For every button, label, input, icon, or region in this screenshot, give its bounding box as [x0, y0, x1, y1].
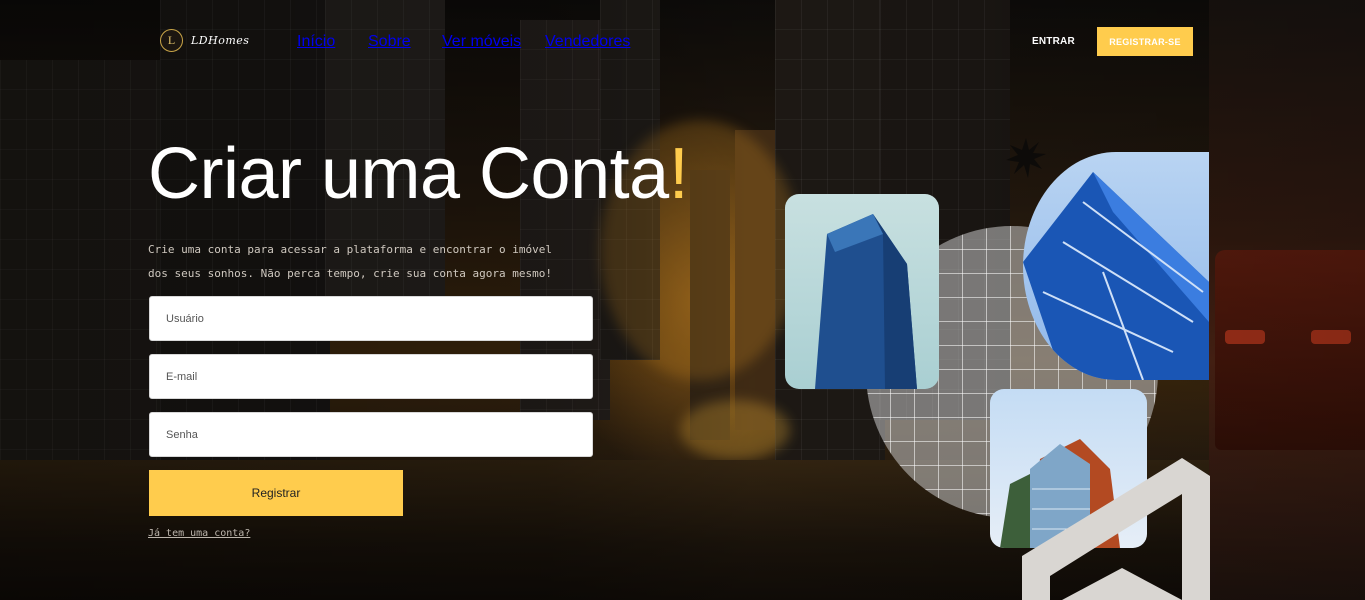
- nav-item-vendedores[interactable]: Vendedores: [545, 33, 630, 51]
- login-link[interactable]: ENTRAR: [1032, 36, 1075, 47]
- password-field[interactable]: [149, 412, 593, 457]
- starburst-icon: [1006, 138, 1046, 178]
- house-outline-icon: [1022, 458, 1210, 600]
- logo-badge-icon: L: [160, 29, 183, 52]
- building-image-1: [785, 194, 939, 389]
- register-submit-button[interactable]: Registrar: [149, 470, 403, 516]
- nav-item-ver-moveis[interactable]: Ver móveis: [442, 33, 521, 51]
- building-image-2: [1023, 152, 1209, 380]
- nav-item-inicio[interactable]: Início: [297, 33, 335, 51]
- register-nav-button[interactable]: REGISTRAR-SE: [1097, 27, 1193, 56]
- email-field[interactable]: [149, 354, 593, 399]
- site-header: L LDHomes Início Sobre Ver móveis Vended…: [0, 0, 1365, 82]
- nav-item-sobre[interactable]: Sobre: [368, 33, 411, 51]
- have-account-link[interactable]: Já tem uma conta?: [148, 528, 250, 539]
- username-field[interactable]: [149, 296, 593, 341]
- brand-name: LDHomes: [191, 34, 250, 47]
- brand-logo[interactable]: L LDHomes: [160, 29, 249, 52]
- page-subtitle: Crie uma conta para acessar a plataforma…: [148, 243, 552, 280]
- page-title: Criar uma Conta!: [148, 133, 689, 215]
- page-title-text: Criar uma Conta: [148, 134, 669, 214]
- title-exclamation: !: [668, 134, 689, 214]
